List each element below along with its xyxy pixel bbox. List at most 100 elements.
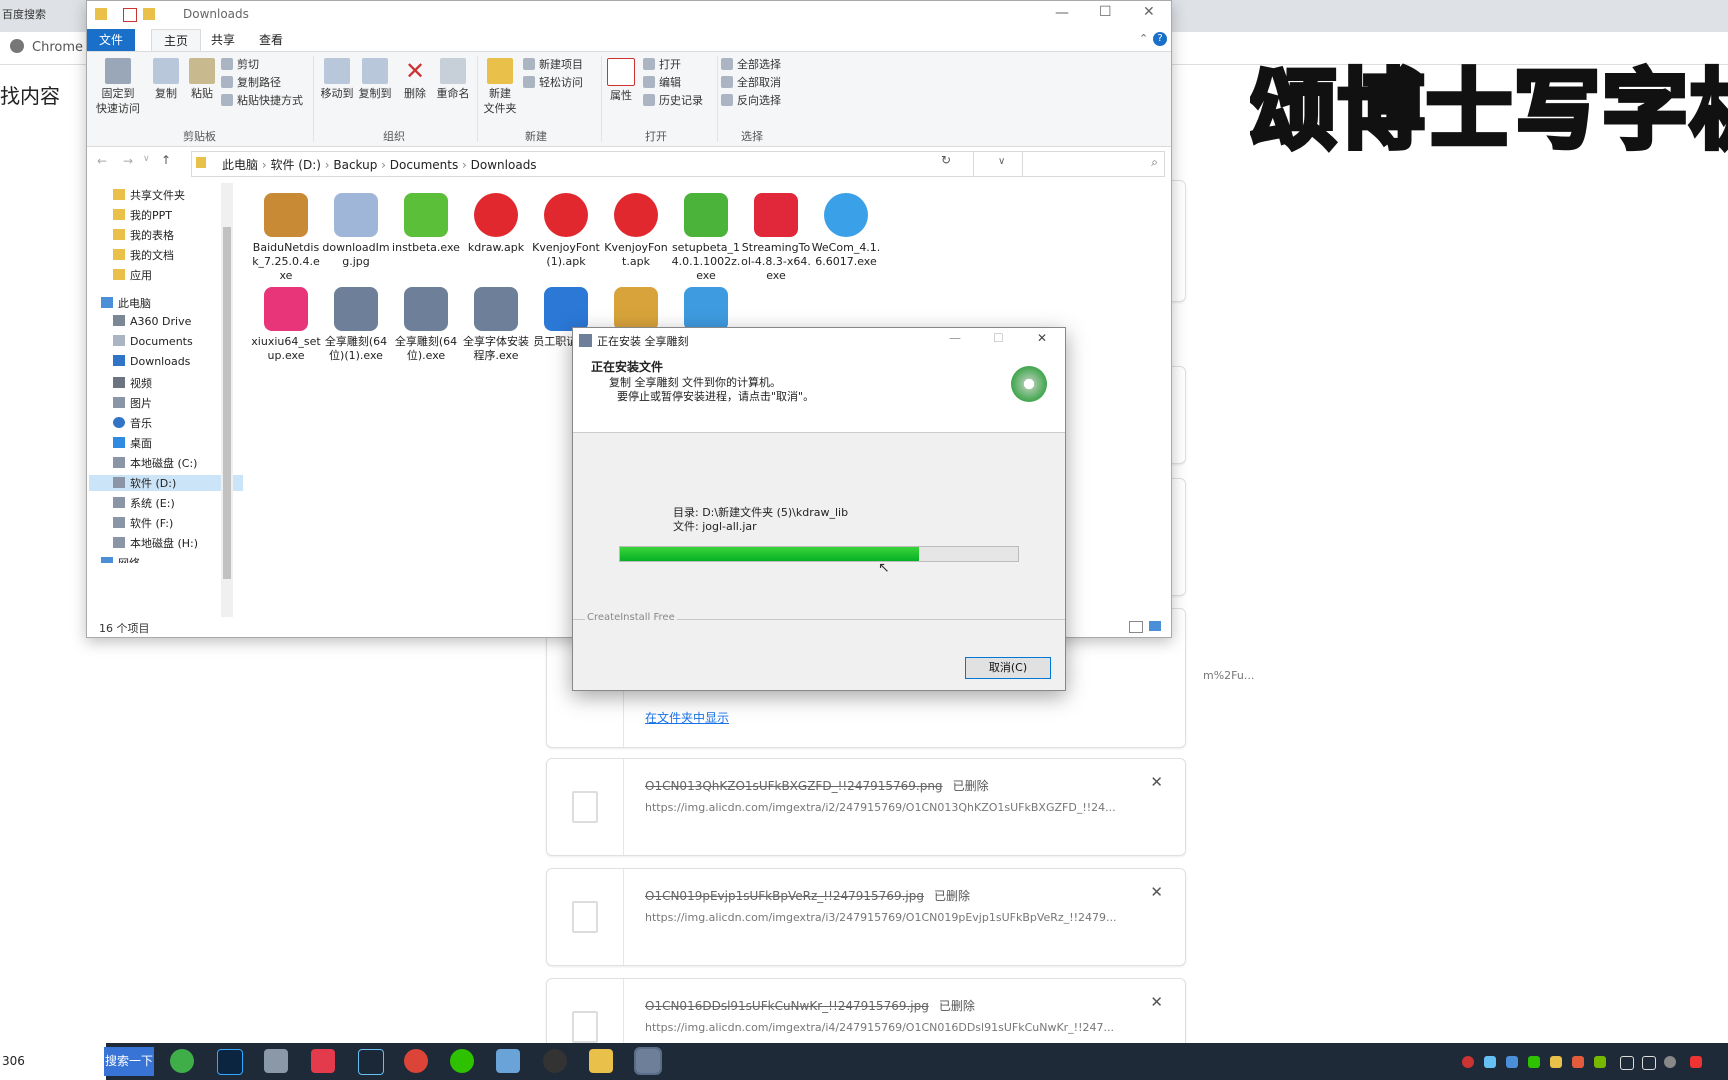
history-button[interactable]: 历史记录 xyxy=(643,92,703,110)
network-tray-icon[interactable] xyxy=(1620,1056,1634,1070)
new-folder-button[interactable]: 新建 文件夹 xyxy=(479,58,521,116)
nav-item[interactable]: Documents xyxy=(113,335,193,348)
file-item[interactable]: instbeta.exe xyxy=(391,193,461,255)
nav-item[interactable]: 软件 (F:) xyxy=(113,515,173,531)
back-arrow-icon[interactable]: ← xyxy=(97,154,107,168)
tray-icon[interactable] xyxy=(1462,1056,1474,1068)
cloud-tray-icon[interactable] xyxy=(1506,1056,1518,1068)
large-icons-view-icon[interactable] xyxy=(1149,621,1161,631)
properties-quick-icon[interactable] xyxy=(123,8,137,22)
file-item[interactable]: kdraw.apk xyxy=(461,193,531,255)
nav-item[interactable]: 视频 xyxy=(113,375,152,391)
maximize-button[interactable]: ☐ xyxy=(993,331,1004,345)
file-item[interactable]: downloadImg.jpg xyxy=(321,193,391,269)
nav-item[interactable]: 桌面 xyxy=(113,435,152,451)
tray-icon[interactable] xyxy=(1550,1056,1562,1068)
nav-item[interactable]: 本地磁盘 (H:) xyxy=(113,535,198,551)
file-item[interactable]: xiuxiu64_setup.exe xyxy=(251,287,321,363)
minimize-button[interactable]: — xyxy=(1055,5,1069,21)
tab-file[interactable]: 文件 xyxy=(87,29,136,51)
properties-button[interactable]: 属性 xyxy=(603,58,639,103)
breadcrumb-item[interactable]: 此电脑 xyxy=(222,158,258,172)
forward-arrow-icon[interactable]: → xyxy=(123,154,133,168)
file-item[interactable]: setupbeta_14.0.1.1002z.exe xyxy=(671,193,741,283)
calculator-icon[interactable] xyxy=(264,1049,288,1073)
help-icon[interactable]: ? xyxy=(1153,32,1167,46)
address-box[interactable]: 此电脑 › 软件 (D:) › Backup › Documents › Dow… xyxy=(191,151,1023,177)
open-button[interactable]: 打开 xyxy=(643,56,681,74)
plotter-app-icon[interactable] xyxy=(496,1049,520,1073)
breadcrumb-item[interactable]: Downloads xyxy=(471,158,537,172)
remove-download-icon[interactable]: ✕ xyxy=(1150,993,1163,1011)
move-to-button[interactable]: 移动到 xyxy=(317,58,357,101)
file-item[interactable]: 全享字体安装程序.exe xyxy=(461,287,531,363)
copy-path-button[interactable]: 复制路径 xyxy=(221,74,281,92)
tab-share[interactable]: 共享 xyxy=(199,29,247,51)
volume-icon[interactable] xyxy=(1642,1056,1656,1070)
new-item-button[interactable]: 新建项目 xyxy=(523,56,583,74)
file-item[interactable]: WeCom_4.1.6.6017.exe xyxy=(811,193,881,269)
nav-item-this-pc[interactable]: 此电脑 xyxy=(101,295,151,311)
wechat-tray-icon[interactable] xyxy=(1528,1056,1540,1068)
nav-item[interactable]: 应用 xyxy=(113,267,152,283)
file-item[interactable]: 全享雕刻(64位).exe xyxy=(391,287,461,363)
cut-button[interactable]: 剪切 xyxy=(221,56,259,74)
search-input[interactable]: ⌕ xyxy=(973,151,1165,177)
nav-item[interactable]: 共享文件夹 xyxy=(113,187,185,203)
file-item[interactable]: 全享雕刻(64位)(1).exe xyxy=(321,287,391,363)
new-folder-quick-icon[interactable] xyxy=(143,8,155,20)
cancel-button[interactable]: 取消(C) xyxy=(965,657,1051,679)
nav-item[interactable]: 图片 xyxy=(113,395,152,411)
file-item[interactable]: BaiduNetdisk_7.25.0.4.exe xyxy=(251,193,321,283)
nav-item[interactable]: 本地磁盘 (C:) xyxy=(113,455,197,471)
taskbar-search-button[interactable]: 搜索一下 xyxy=(104,1047,154,1076)
paste-shortcut-button[interactable]: 粘贴快捷方式 xyxy=(221,92,303,110)
file-item[interactable]: KvenjoyFont (1).apk xyxy=(531,193,601,269)
delete-button[interactable]: ✕ 删除 xyxy=(397,58,433,101)
edit-button[interactable]: 编辑 xyxy=(643,74,681,92)
photoshop-icon[interactable] xyxy=(217,1049,243,1075)
close-button[interactable]: ✕ xyxy=(1037,331,1047,345)
breadcrumb-item[interactable]: 软件 (D:) xyxy=(270,158,320,172)
nav-item[interactable]: 我的表格 xyxy=(113,227,174,243)
select-all-button[interactable]: 全部选择 xyxy=(721,56,781,74)
steam-tray-icon[interactable] xyxy=(1484,1056,1496,1068)
nav-item-network[interactable]: 网络 xyxy=(101,555,140,563)
nav-item[interactable]: A360 Drive xyxy=(113,315,191,328)
select-none-button[interactable]: 全部取消 xyxy=(721,74,781,92)
steam-icon[interactable] xyxy=(358,1049,384,1075)
nav-item-selected[interactable]: 软件 (D:) xyxy=(89,475,243,491)
easy-access-button[interactable]: 轻松访问 xyxy=(523,74,583,92)
remove-download-icon[interactable]: ✕ xyxy=(1150,883,1163,901)
input-method-icon[interactable] xyxy=(1690,1056,1702,1068)
minimize-button[interactable]: — xyxy=(949,331,961,345)
chevron-up-icon[interactable]: ⌃ xyxy=(1139,32,1148,45)
paste-button[interactable]: 粘贴 xyxy=(183,58,221,101)
tray-icon[interactable] xyxy=(1664,1056,1676,1068)
breadcrumb-item[interactable]: Backup xyxy=(333,158,377,172)
chrome-icon[interactable] xyxy=(404,1049,428,1073)
recorder-icon[interactable] xyxy=(543,1049,567,1073)
refresh-icon[interactable]: ↻ xyxy=(941,153,951,167)
tab-home[interactable]: 主页 xyxy=(151,29,202,52)
app-heart-icon[interactable] xyxy=(311,1049,335,1073)
wechat-icon[interactable] xyxy=(450,1049,474,1073)
rename-button[interactable]: 重命名 xyxy=(433,58,473,101)
nav-item[interactable]: 系统 (E:) xyxy=(113,495,175,511)
recent-chevron-icon[interactable]: ∨ xyxy=(143,154,150,164)
file-item[interactable]: StreamingTool-4.8.3-x64.exe xyxy=(741,193,811,283)
browser-360-icon[interactable] xyxy=(170,1049,194,1073)
nav-item[interactable]: 音乐 xyxy=(113,415,152,431)
up-arrow-icon[interactable]: ↑ xyxy=(161,153,171,167)
nav-item[interactable]: Downloads xyxy=(113,355,190,368)
installer-taskbar-icon[interactable] xyxy=(634,1047,662,1075)
copy-to-button[interactable]: 复制到 xyxy=(355,58,395,101)
copy-button[interactable]: 复制 xyxy=(147,58,185,101)
taskbar-search-input[interactable]: 306 xyxy=(0,1043,106,1080)
maximize-button[interactable]: ☐ xyxy=(1099,4,1112,20)
pin-quick-access-button[interactable]: 固定到 快速访问 xyxy=(91,58,145,116)
nav-scrollbar-thumb[interactable] xyxy=(223,227,231,579)
tray-icon[interactable] xyxy=(1572,1056,1584,1068)
breadcrumb-item[interactable]: Documents xyxy=(390,158,458,172)
show-in-folder-link[interactable]: 在文件夹中显示 xyxy=(645,709,729,726)
